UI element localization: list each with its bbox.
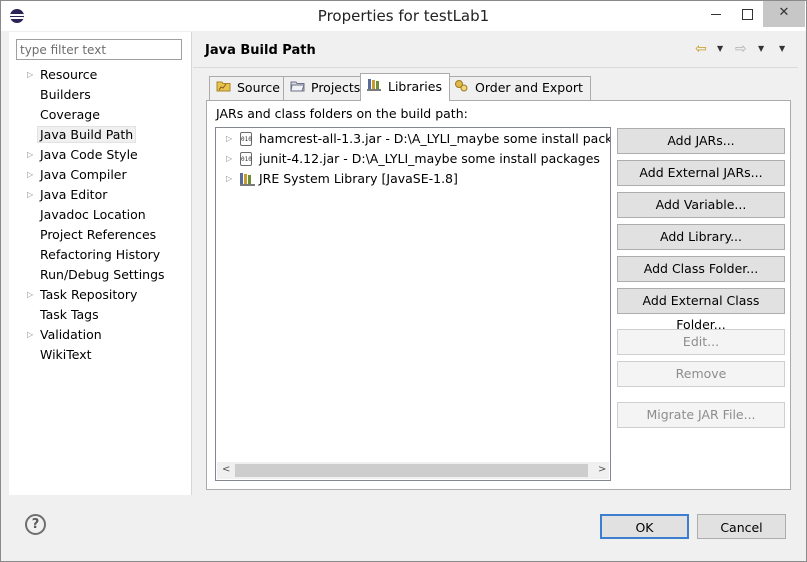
add-class-folder-button[interactable]: Add Class Folder...: [617, 256, 785, 282]
view-menu-icon[interactable]: ▼: [779, 44, 785, 53]
scrollbar-thumb[interactable]: [235, 464, 588, 477]
nav-item-run-debug-settings[interactable]: Run/Debug Settings: [9, 265, 191, 285]
category-tree: ▷ Resource Builders Coverage Java Build P…: [9, 65, 191, 365]
library-tree[interactable]: ▷ 010 hamcrest-all-1.3.jar - D:\A_LYLI_m…: [215, 127, 611, 481]
nav-item-java-compiler[interactable]: ▷ Java Compiler: [9, 165, 191, 185]
nav-item-java-code-style[interactable]: ▷ Java Code Style: [9, 145, 191, 165]
expand-arrow-icon[interactable]: ▷: [27, 65, 37, 85]
tab-libraries[interactable]: Libraries: [360, 73, 450, 101]
minimize-button[interactable]: [700, 1, 732, 27]
add-jars-button[interactable]: Add JARs...: [617, 128, 785, 154]
library-icon: [240, 172, 255, 186]
cancel-button[interactable]: Cancel: [697, 514, 786, 539]
property-page: Java Build Path ⇦ ▼ ⇨ ▼ ▼ Source Project…: [193, 32, 798, 495]
tab-projects[interactable]: Projects: [283, 76, 369, 100]
add-library-button[interactable]: Add Library...: [617, 224, 785, 250]
filter-input[interactable]: [16, 39, 182, 60]
nav-item-task-tags[interactable]: Task Tags: [9, 305, 191, 325]
back-dropdown-icon[interactable]: ▼: [717, 44, 723, 53]
nav-item-javadoc-location[interactable]: Javadoc Location: [9, 205, 191, 225]
add-variable-button[interactable]: Add Variable...: [617, 192, 785, 218]
expand-arrow-icon[interactable]: ▷: [27, 325, 37, 345]
help-icon[interactable]: ?: [25, 514, 46, 535]
libraries-icon: [367, 74, 382, 100]
jar-icon: 010: [240, 152, 252, 166]
expand-arrow-icon[interactable]: ▷: [226, 129, 236, 149]
add-external-class-folder-button[interactable]: Add External Class Folder...: [617, 288, 785, 332]
nav-item-coverage[interactable]: Coverage: [9, 105, 191, 125]
migrate-jar-button[interactable]: Migrate JAR File...: [617, 402, 785, 428]
expand-arrow-icon[interactable]: ▷: [27, 165, 37, 185]
order-export-icon: [454, 77, 469, 99]
library-entry-jre[interactable]: ▷ JRE System Library [JavaSE-1.8]: [216, 169, 610, 189]
nav-item-refactoring-history[interactable]: Refactoring History: [9, 245, 191, 265]
source-folder-icon: [216, 77, 231, 99]
remove-button[interactable]: Remove: [617, 361, 785, 387]
nav-item-task-repository[interactable]: ▷ Task Repository: [9, 285, 191, 305]
nav-item-project-references[interactable]: Project References: [9, 225, 191, 245]
library-entry-junit[interactable]: ▷ 010 junit-4.12.jar - D:\A_LYLI_maybe s…: [216, 149, 610, 169]
properties-dialog: Properties for testLab1 ✕ ▷Resource Buil…: [0, 0, 807, 562]
edit-button[interactable]: Edit...: [617, 329, 785, 355]
expand-arrow-icon[interactable]: ▷: [226, 169, 236, 189]
forward-arrow-icon[interactable]: ⇨: [735, 41, 747, 57]
nav-item-java-editor[interactable]: ▷ Java Editor: [9, 185, 191, 205]
ok-button[interactable]: OK: [600, 514, 689, 539]
jar-icon: 010: [240, 132, 252, 146]
tab-order-and-export[interactable]: Order and Export: [447, 76, 591, 100]
close-button[interactable]: ✕: [763, 1, 805, 27]
libraries-tab-panel: JARs and class folders on the build path…: [206, 100, 791, 490]
projects-icon: [290, 77, 305, 99]
horizontal-scrollbar[interactable]: < >: [217, 462, 609, 479]
tab-source[interactable]: Source: [209, 76, 288, 100]
nav-item-wikitext[interactable]: WikiText: [9, 345, 191, 365]
title-bar: Properties for testLab1 ✕: [1, 1, 806, 31]
nav-item-java-build-path[interactable]: Java Build Path: [9, 125, 191, 145]
forward-dropdown-icon[interactable]: ▼: [758, 44, 764, 53]
nav-item-validation[interactable]: ▷ Validation: [9, 325, 191, 345]
build-path-label: JARs and class folders on the build path…: [216, 106, 468, 121]
nav-item-builders[interactable]: Builders: [9, 85, 191, 105]
add-external-jars-button[interactable]: Add External JARs...: [617, 160, 785, 186]
window-title: Properties for testLab1: [317, 7, 490, 25]
back-arrow-icon[interactable]: ⇦: [695, 41, 707, 57]
scroll-right-icon[interactable]: >: [598, 464, 606, 475]
expand-arrow-icon[interactable]: ▷: [27, 185, 37, 205]
expand-arrow-icon[interactable]: ▷: [27, 145, 37, 165]
nav-item-resource[interactable]: ▷ Resource: [9, 65, 191, 85]
expand-arrow-icon[interactable]: ▷: [27, 285, 37, 305]
category-panel: ▷Resource Builders Coverage Java Build P…: [9, 32, 192, 495]
scroll-left-icon[interactable]: <: [222, 464, 230, 475]
library-entry-hamcrest[interactable]: ▷ 010 hamcrest-all-1.3.jar - D:\A_LYLI_m…: [216, 129, 610, 149]
expand-arrow-icon[interactable]: ▷: [226, 149, 236, 169]
title-separator: [193, 67, 798, 68]
page-title: Java Build Path: [205, 43, 316, 58]
maximize-button[interactable]: [731, 1, 763, 27]
